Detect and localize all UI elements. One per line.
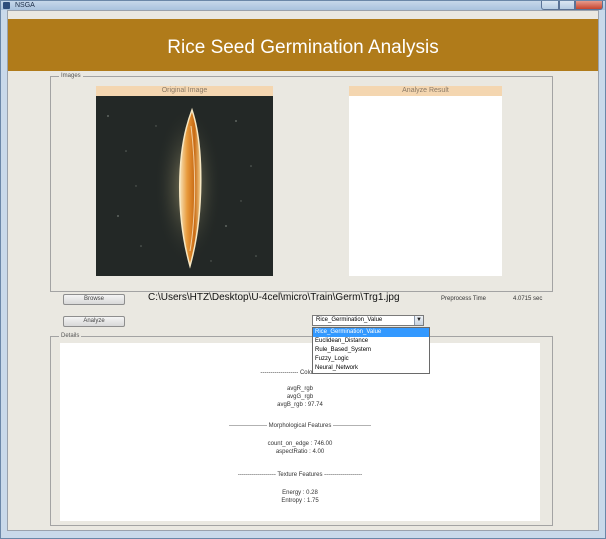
dropdown-option[interactable]: Rule_Based_System (313, 346, 429, 355)
morphological-feature-row: aspectRatio : 4.00 (275, 449, 325, 455)
images-panel-legend: Images (59, 71, 83, 81)
method-dropdown: Rice_Germination_Value Euclidean_Distanc… (312, 327, 430, 374)
texture-feature-row: Energy : 0.28 (282, 490, 318, 496)
method-select[interactable]: Rice_Germination_Value ▼ (312, 315, 424, 326)
method-select-value: Rice_Germination_Value (316, 317, 383, 323)
window-title: NSGA (15, 2, 35, 9)
morphological-feature-row: count_on_edge : 746.00 (267, 441, 333, 447)
minimize-button[interactable] (541, 1, 559, 10)
dropdown-option[interactable]: Neural_Network (313, 364, 429, 373)
dropdown-option[interactable]: Fuzzy_Logic (313, 355, 429, 364)
window-controls (541, 1, 603, 10)
color-feature-row: avgG_rgb (286, 394, 314, 400)
app-title: Rice Seed Germination Analysis (167, 37, 439, 58)
dropdown-option[interactable]: Euclidean_Distance (313, 337, 429, 346)
details-text-area: ------------------- Color Features avgR_… (60, 343, 540, 521)
texture-feature-row: Entropy : 1.75 (281, 498, 319, 504)
original-image (96, 96, 273, 276)
analyze-result-label: Analyze Result (349, 86, 502, 96)
app-icon (3, 2, 10, 9)
texture-features-header: ------------------- Texture Features ---… (237, 472, 363, 478)
preprocess-time-label: Preprocess Time (441, 296, 487, 302)
rice-seed-image (96, 96, 273, 276)
color-feature-row: avgB_rgb : 97.74 (277, 402, 323, 408)
preprocess-time-value: 4.0715 sec (513, 296, 543, 302)
maximize-button[interactable] (559, 1, 575, 10)
color-features-header: ------------------- Color Features (260, 370, 340, 376)
title-bar[interactable]: NSGA (1, 1, 605, 10)
chevron-down-icon[interactable]: ▼ (414, 316, 423, 325)
morphological-features-header: ------------------- Morphological Featur… (229, 423, 371, 429)
image-path: C:\Users\HTZ\Desktop\U-4cel\micro\Train\… (148, 292, 400, 303)
original-image-label: Original Image (96, 86, 273, 96)
client-area: Rice Seed Germination Analysis Images Or… (7, 10, 599, 531)
analyze-result-area (349, 96, 502, 276)
close-button[interactable] (575, 1, 603, 10)
app-window: NSGA Rice Seed Germination Analysis Imag… (0, 0, 606, 539)
color-feature-row: avgR_rgb (286, 386, 313, 392)
banner: Rice Seed Germination Analysis (8, 19, 598, 71)
browse-button[interactable]: Browse (63, 294, 125, 305)
details-panel-legend: Details (59, 331, 82, 341)
analyze-button[interactable]: Analyze (63, 316, 125, 327)
dropdown-option[interactable]: Rice_Germination_Value (313, 328, 429, 337)
